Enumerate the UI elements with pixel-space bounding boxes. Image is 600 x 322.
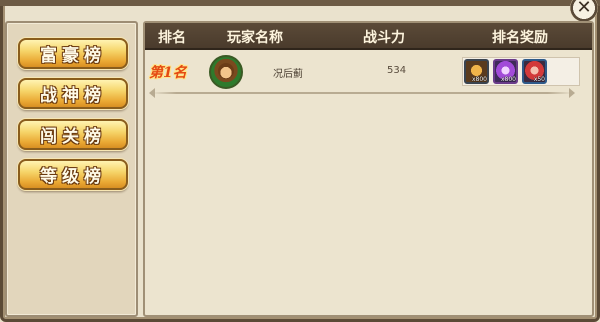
header-player-name: 玩家名称 — [227, 30, 283, 46]
close-icon: ✕ — [570, 0, 598, 22]
tab-label: 战神榜 — [40, 86, 106, 106]
avatar-face-icon — [218, 63, 234, 79]
table-row[interactable]: 第1名 况后蓟 534 x800 x800 x50 — [145, 54, 592, 90]
rank-label: 第1名 — [149, 65, 187, 81]
close-button[interactable]: ✕ — [568, 0, 600, 22]
player-avatar — [209, 55, 243, 89]
header-rank: 排名 — [158, 30, 186, 46]
header-reward: 排名奖励 — [492, 30, 548, 46]
power-value: 534 — [387, 65, 407, 76]
player-name: 况后蓟 — [273, 69, 303, 80]
row-divider — [151, 92, 573, 94]
purple-gem-icon[interactable]: x800 — [493, 59, 518, 84]
divider-left-arrow-icon — [149, 88, 155, 98]
ranking-sidebar: 富豪榜 战神榜 闯关榜 等级榜 — [5, 21, 138, 317]
gold-pouch-icon[interactable]: x800 — [464, 59, 489, 84]
tab-stage-ranking[interactable]: 闯关榜 — [18, 119, 128, 150]
divider-right-arrow-icon — [569, 88, 575, 98]
ranking-table: 排名 玩家名称 战斗力 排名奖励 第1名 况后蓟 534 x800 x800 x… — [143, 21, 594, 317]
tab-label: 闯关榜 — [40, 127, 106, 147]
header-power: 战斗力 — [363, 30, 405, 46]
tab-level-ranking[interactable]: 等级榜 — [18, 159, 128, 190]
window-top-bar — [0, 0, 600, 6]
red-crystal-icon[interactable]: x50 — [522, 59, 547, 84]
tab-war-god-ranking[interactable]: 战神榜 — [18, 78, 128, 109]
table-header: 排名 玩家名称 战斗力 排名奖励 — [145, 23, 592, 50]
tab-label: 富豪榜 — [40, 46, 106, 66]
reward-list: x800 x800 x50 — [462, 57, 580, 86]
tab-label: 等级榜 — [40, 167, 106, 187]
tab-wealth-ranking[interactable]: 富豪榜 — [18, 38, 128, 69]
